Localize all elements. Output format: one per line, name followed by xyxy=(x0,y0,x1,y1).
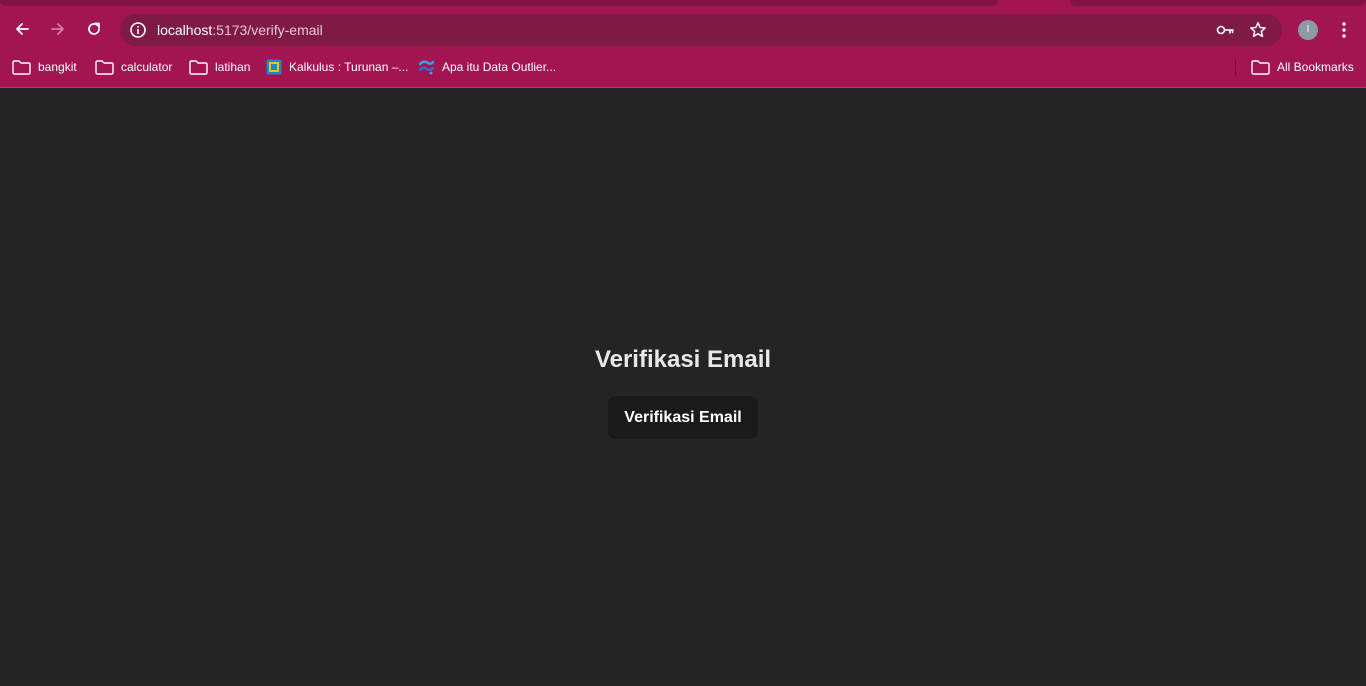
url-text[interactable]: localhost:5173/verify-email xyxy=(157,21,323,39)
bookmarks-divider xyxy=(1235,59,1236,75)
bookmark-label: Apa itu Data Outlier... xyxy=(442,60,557,74)
star-icon xyxy=(1250,22,1266,38)
page-title: Verifikasi Email xyxy=(594,346,772,373)
site-info-icon[interactable] xyxy=(129,21,147,39)
url-path: :5173/verify-email xyxy=(212,22,323,38)
toolbar: localhost:5173/verify-email I xyxy=(0,7,1366,53)
folder-icon xyxy=(189,59,208,75)
kalkulus-site-icon xyxy=(266,59,282,75)
reload-icon xyxy=(88,22,100,35)
bookmarks-bar: bangkit calculator latihan Kalkulus : Tu… xyxy=(0,54,1366,80)
browser-menu-button[interactable] xyxy=(1334,20,1354,40)
address-bar[interactable]: localhost:5173/verify-email xyxy=(120,14,1282,46)
page-content: Verifikasi Email Verifikasi Email xyxy=(0,88,1366,686)
tab-strip xyxy=(0,0,1366,7)
bookmark-folder-latihan[interactable]: latihan xyxy=(189,57,250,77)
profile-avatar[interactable]: I xyxy=(1298,20,1318,40)
bookmark-label: bangkit xyxy=(38,60,77,74)
reload-button[interactable] xyxy=(79,14,109,44)
outlier-site-icon xyxy=(418,60,435,75)
key-icon xyxy=(1216,25,1234,35)
forward-button[interactable] xyxy=(43,14,73,44)
inactive-tab[interactable] xyxy=(0,0,998,6)
bookmark-label: Kalkulus : Turunan –... xyxy=(289,60,409,74)
back-arrow-icon xyxy=(16,23,29,35)
folder-icon xyxy=(95,59,114,75)
all-bookmarks-button[interactable]: All Bookmarks xyxy=(1251,57,1354,77)
password-key-button[interactable] xyxy=(1215,20,1235,40)
folder-icon xyxy=(1251,59,1270,75)
bookmark-label: calculator xyxy=(121,60,173,74)
bookmark-folder-calculator[interactable]: calculator xyxy=(95,57,172,77)
bookmark-star-button[interactable] xyxy=(1248,20,1268,40)
back-button[interactable] xyxy=(7,14,37,44)
all-bookmarks-label: All Bookmarks xyxy=(1277,60,1354,74)
verify-email-button[interactable]: Verifikasi Email xyxy=(608,396,758,439)
forward-arrow-icon xyxy=(51,23,64,35)
bookmark-folder-bangkit[interactable]: bangkit xyxy=(12,57,77,77)
kebab-menu-icon xyxy=(1342,22,1346,38)
url-host: localhost xyxy=(157,22,213,38)
browser-chrome: localhost:5173/verify-email I bangkit ca… xyxy=(0,0,1366,88)
inactive-tab[interactable] xyxy=(1070,0,1366,6)
folder-icon xyxy=(12,59,31,75)
bookmark-data-outlier[interactable]: Apa itu Data Outlier... xyxy=(418,57,556,77)
bookmark-kalkulus[interactable]: Kalkulus : Turunan –... xyxy=(266,57,408,77)
bookmark-label: latihan xyxy=(215,60,251,74)
